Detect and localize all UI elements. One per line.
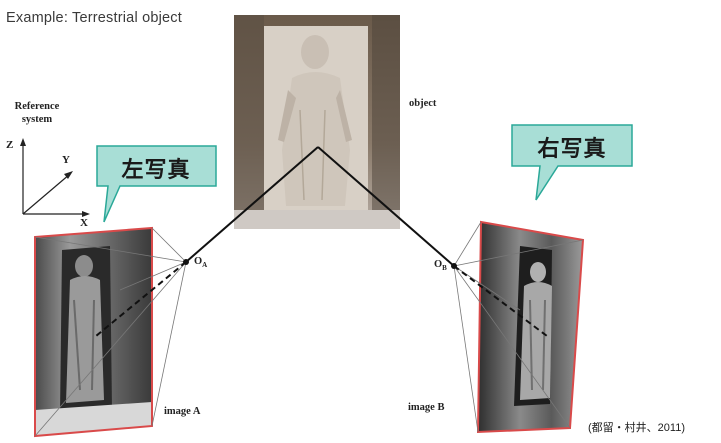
origin-a-sub: A — [202, 261, 208, 270]
axis-y-label: Y — [62, 154, 70, 166]
origin-a-main: O — [194, 256, 203, 267]
origin-a-point — [183, 259, 189, 265]
citation: (都留・村井、2011) — [588, 422, 685, 434]
origin-b-sub: B — [442, 264, 447, 273]
diagram-canvas — [20, 15, 633, 438]
callout-right-text: 右写真 — [537, 137, 607, 162]
image-b-photo — [476, 220, 585, 434]
image-a-photo — [34, 226, 153, 438]
image-a-label: image A — [164, 406, 201, 417]
object-label: object — [409, 98, 437, 109]
image-b-label: image B — [408, 402, 445, 413]
reference-axes — [20, 138, 90, 217]
callout-left-text: 左写真 — [121, 158, 191, 183]
origin-b-main: O — [434, 259, 443, 270]
axis-z-label: Z — [6, 139, 14, 151]
origin-b-label: OB — [434, 259, 447, 272]
origin-b-point — [451, 263, 457, 269]
reference-system-label: Reference system — [14, 101, 60, 125]
page-title: Example: Terrestrial object — [6, 10, 182, 26]
origin-a-label: OA — [194, 256, 207, 269]
axis-x-label: X — [80, 217, 88, 229]
